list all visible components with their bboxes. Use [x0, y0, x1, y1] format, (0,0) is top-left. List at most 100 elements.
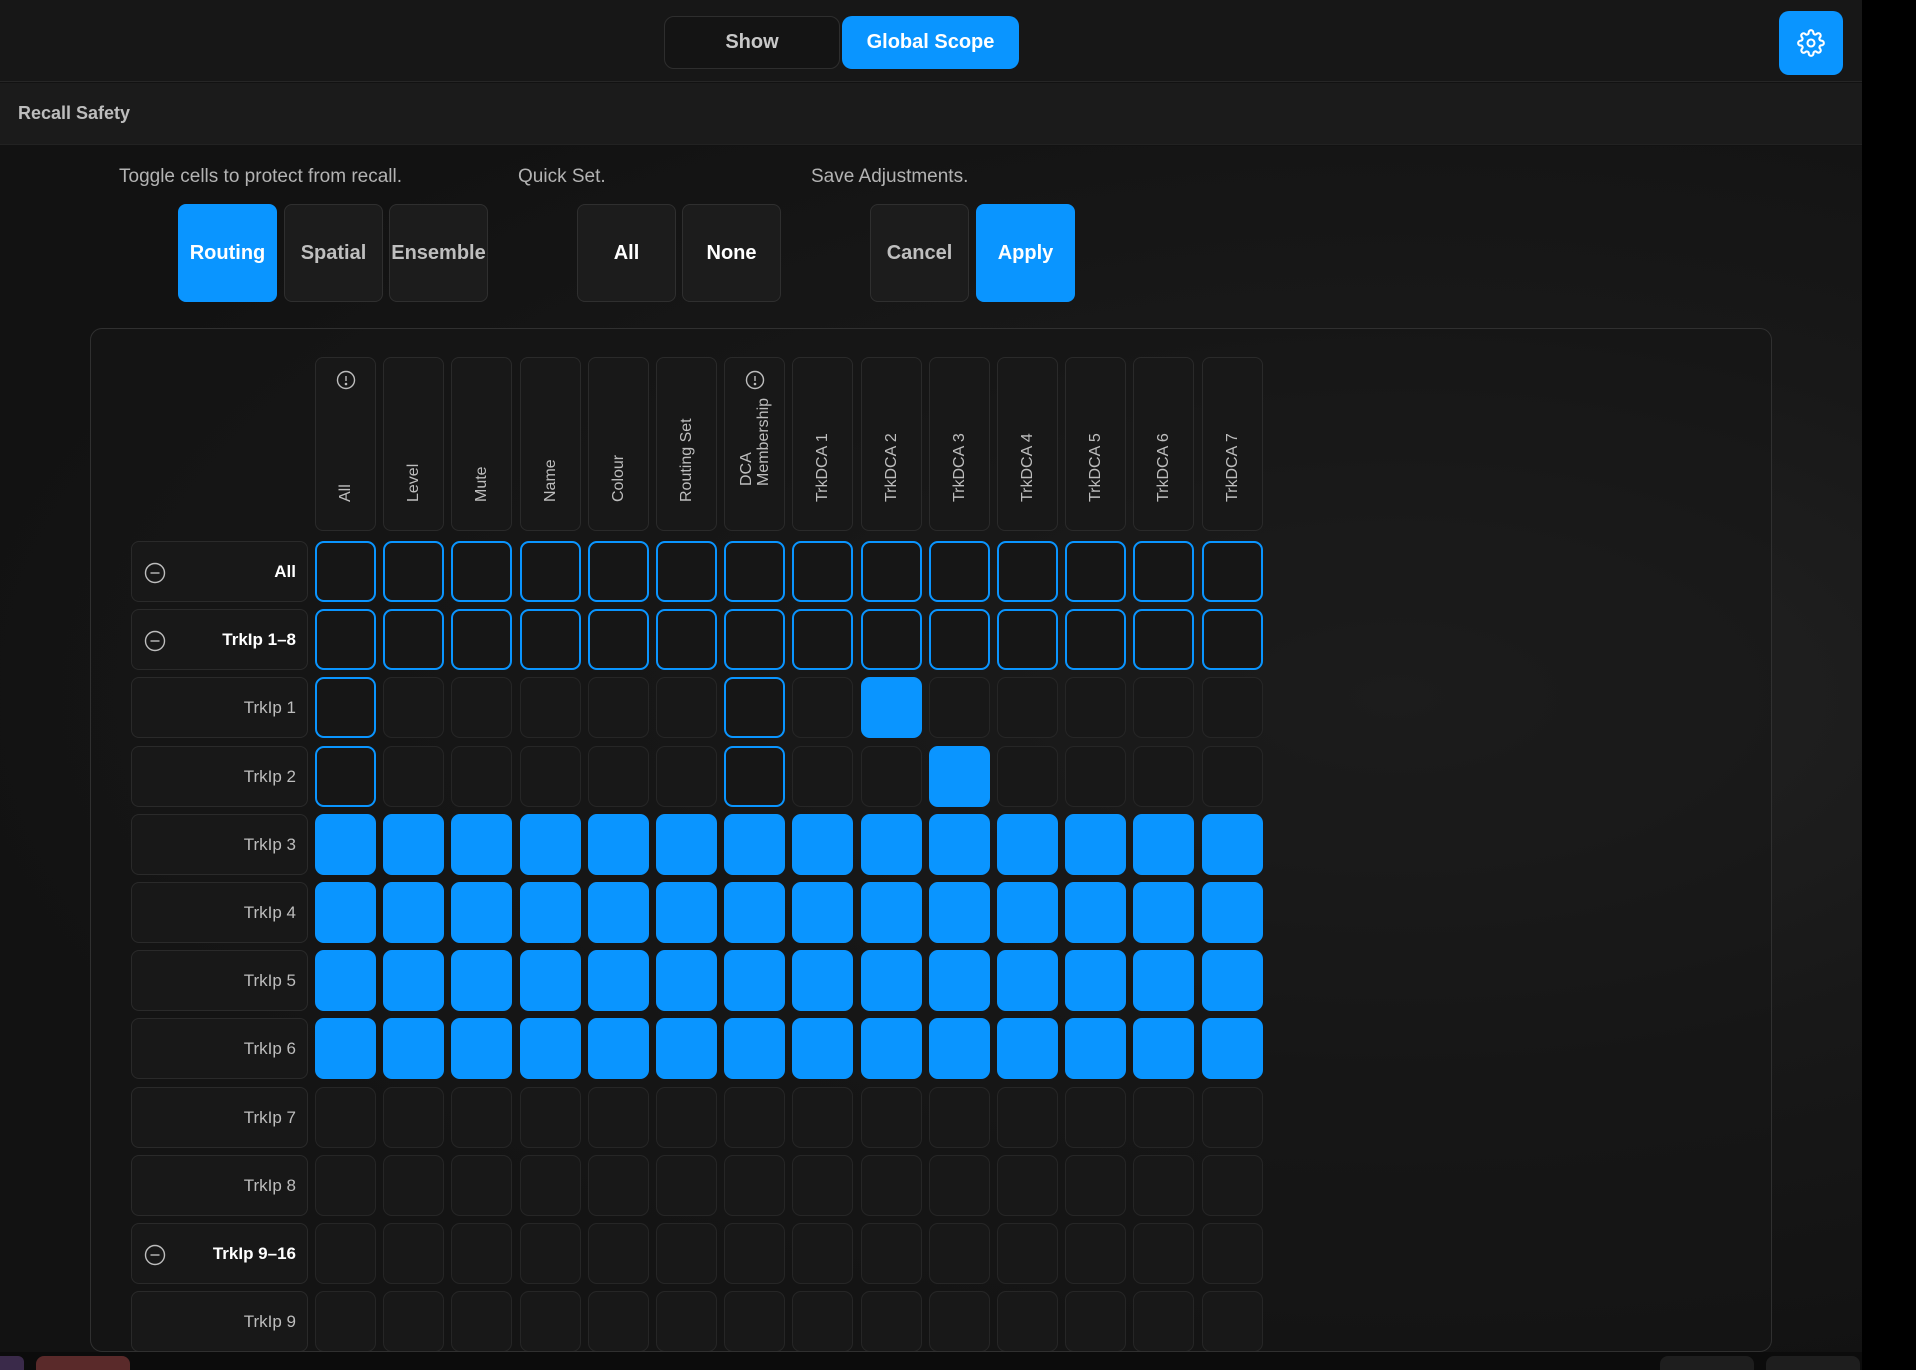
safety-cell[interactable]	[792, 1223, 854, 1284]
safety-cell[interactable]	[315, 1154, 376, 1216]
safety-cell[interactable]	[724, 1086, 786, 1148]
safety-cell[interactable]	[928, 609, 990, 671]
cancel-button[interactable]: Cancel	[870, 204, 969, 302]
safety-cell[interactable]	[792, 1291, 854, 1351]
safety-cell[interactable]	[724, 1018, 786, 1080]
safety-cell[interactable]	[928, 882, 990, 943]
safety-cell[interactable]	[792, 950, 854, 1012]
safety-cell[interactable]	[1065, 1018, 1127, 1080]
safety-cell[interactable]	[315, 609, 376, 671]
safety-cell[interactable]	[792, 1018, 854, 1080]
safety-cell[interactable]	[928, 1223, 990, 1284]
safety-cell[interactable]	[383, 1086, 445, 1148]
safety-cell[interactable]	[928, 745, 990, 807]
bottom-tab[interactable]	[0, 1356, 24, 1370]
safety-cell[interactable]	[656, 950, 717, 1012]
safety-cell[interactable]	[1133, 1086, 1195, 1148]
safety-cell[interactable]	[1133, 745, 1195, 807]
safety-cell[interactable]	[383, 882, 445, 943]
safety-cell[interactable]	[587, 882, 649, 943]
safety-cell[interactable]	[1065, 1154, 1127, 1216]
safety-cell[interactable]	[928, 1291, 990, 1351]
safety-cell[interactable]	[656, 609, 717, 671]
safety-cell[interactable]	[315, 813, 376, 875]
safety-cell[interactable]	[792, 1086, 854, 1148]
quick-set-none-button[interactable]: None	[682, 204, 781, 302]
collapse-icon[interactable]	[144, 1244, 166, 1266]
safety-cell[interactable]	[724, 541, 786, 602]
safety-cell[interactable]	[451, 1018, 513, 1080]
safety-cell[interactable]	[315, 677, 376, 739]
safety-cell[interactable]	[315, 882, 376, 943]
safety-cell[interactable]	[997, 677, 1058, 739]
safety-cell[interactable]	[928, 677, 990, 739]
safety-cell[interactable]	[928, 1018, 990, 1080]
safety-cell[interactable]	[656, 1086, 717, 1148]
safety-cell[interactable]	[1201, 882, 1263, 943]
safety-cell[interactable]	[587, 541, 649, 602]
safety-cell[interactable]	[997, 950, 1058, 1012]
safety-cell[interactable]	[383, 1154, 445, 1216]
safety-cell[interactable]	[860, 745, 922, 807]
safety-cell[interactable]	[519, 813, 581, 875]
mode-ensemble-button[interactable]: Ensemble	[389, 204, 488, 302]
safety-cell[interactable]	[519, 541, 581, 602]
safety-cell[interactable]	[860, 1223, 922, 1284]
safety-cell[interactable]	[656, 1154, 717, 1216]
safety-cell[interactable]	[997, 1291, 1058, 1351]
safety-cell[interactable]	[860, 677, 922, 739]
safety-cell[interactable]	[1065, 1223, 1127, 1284]
safety-cell[interactable]	[928, 950, 990, 1012]
safety-cell[interactable]	[587, 677, 649, 739]
safety-cell[interactable]	[792, 541, 854, 602]
safety-cell[interactable]	[383, 677, 445, 739]
safety-cell[interactable]	[997, 609, 1058, 671]
safety-cell[interactable]	[792, 1154, 854, 1216]
safety-cell[interactable]	[724, 950, 786, 1012]
safety-cell[interactable]	[383, 813, 445, 875]
safety-cell[interactable]	[860, 1154, 922, 1216]
safety-cell[interactable]	[656, 882, 717, 943]
safety-cell[interactable]	[1201, 677, 1263, 739]
safety-cell[interactable]	[587, 1154, 649, 1216]
safety-cell[interactable]	[997, 1086, 1058, 1148]
safety-cell[interactable]	[587, 609, 649, 671]
safety-cell[interactable]	[519, 1086, 581, 1148]
safety-cell[interactable]	[451, 677, 513, 739]
safety-cell[interactable]	[587, 1223, 649, 1284]
safety-cell[interactable]	[1201, 609, 1263, 671]
safety-cell[interactable]	[519, 745, 581, 807]
safety-cell[interactable]	[1133, 1291, 1195, 1351]
safety-cell[interactable]	[451, 609, 513, 671]
safety-cell[interactable]	[792, 882, 854, 943]
safety-cell[interactable]	[519, 1223, 581, 1284]
tab-global-scope[interactable]: Global Scope	[842, 16, 1019, 69]
safety-cell[interactable]	[860, 1018, 922, 1080]
safety-cell[interactable]	[724, 1291, 786, 1351]
safety-cell[interactable]	[860, 1086, 922, 1148]
safety-cell[interactable]	[860, 882, 922, 943]
safety-cell[interactable]	[451, 1291, 513, 1351]
safety-cell[interactable]	[451, 813, 513, 875]
safety-cell[interactable]	[792, 677, 854, 739]
safety-cell[interactable]	[928, 1154, 990, 1216]
collapse-icon[interactable]	[144, 630, 166, 652]
safety-cell[interactable]	[997, 1223, 1058, 1284]
safety-cell[interactable]	[1133, 950, 1195, 1012]
safety-cell[interactable]	[451, 745, 513, 807]
safety-cell[interactable]	[860, 1291, 922, 1351]
settings-button[interactable]	[1779, 11, 1843, 75]
safety-cell[interactable]	[315, 745, 376, 807]
safety-cell[interactable]	[997, 882, 1058, 943]
safety-cell[interactable]	[656, 1223, 717, 1284]
safety-cell[interactable]	[1133, 1154, 1195, 1216]
safety-cell[interactable]	[519, 1154, 581, 1216]
safety-cell[interactable]	[587, 1086, 649, 1148]
safety-cell[interactable]	[383, 950, 445, 1012]
mode-routing-button[interactable]: Routing	[178, 204, 277, 302]
safety-cell[interactable]	[519, 950, 581, 1012]
safety-cell[interactable]	[656, 745, 717, 807]
safety-cell[interactable]	[1065, 609, 1127, 671]
safety-cell[interactable]	[451, 882, 513, 943]
safety-cell[interactable]	[1133, 1018, 1195, 1080]
